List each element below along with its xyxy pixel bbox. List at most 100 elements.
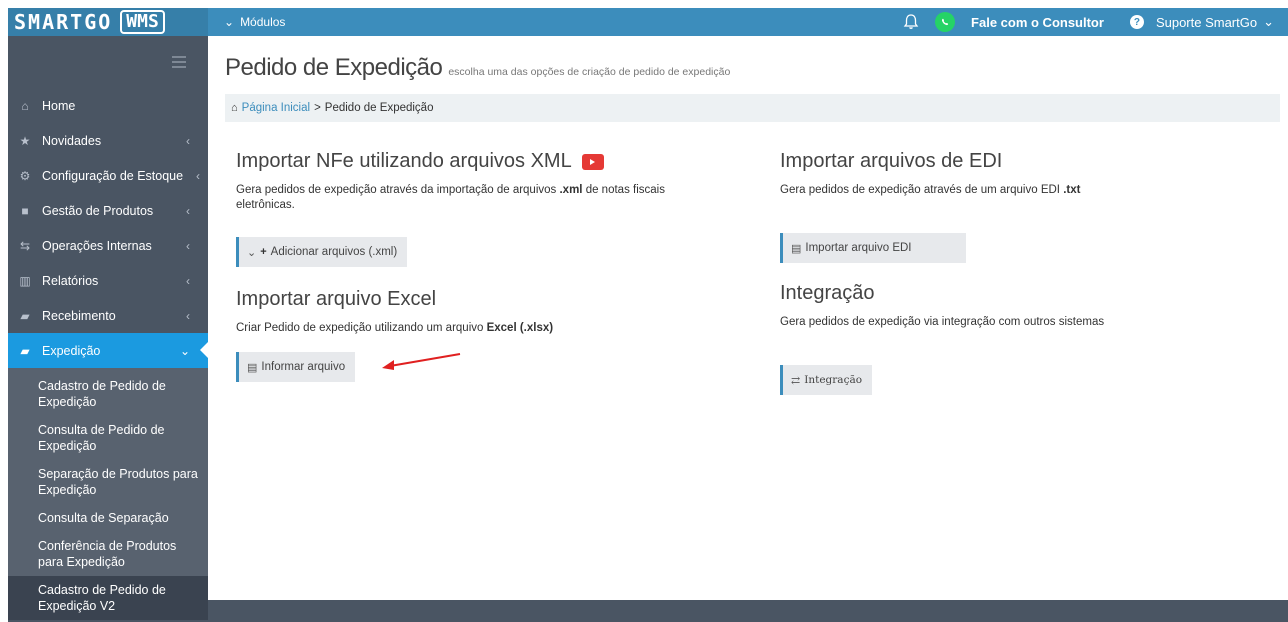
sidebar-item-relatorios[interactable]: ▥ Relatórios ‹ — [8, 263, 208, 298]
truck-icon: ▰ — [20, 343, 30, 358]
star-icon: ★ — [19, 133, 31, 148]
section-integration: Integração Gera pedidos de expedição via… — [780, 282, 1280, 330]
sidebar-item-label: Novidades — [42, 133, 102, 148]
section-title: Integração — [780, 282, 875, 304]
chevron-left-icon: ‹ — [186, 308, 190, 323]
import-edi-button[interactable]: ▤ Importar arquivo EDI — [780, 233, 966, 263]
home-icon: ⌂ — [21, 98, 29, 113]
sidebar-item-recebimento[interactable]: ▰ Recebimento ‹ — [8, 298, 208, 333]
section-description: Criar Pedido de expedição utilizando um … — [236, 321, 726, 336]
chevron-down-icon: ⌄ — [247, 246, 257, 259]
brand-text: SMARTGO — [14, 10, 113, 34]
box-icon: ■ — [21, 203, 29, 218]
chevron-down-icon: ⌄ — [224, 15, 235, 29]
sidebar-item-operacoes-internas[interactable]: ⇆ Operações Internas ‹ — [8, 228, 208, 263]
play-icon — [590, 158, 596, 165]
section-title: Importar arquivos de EDI — [780, 150, 1003, 172]
sidebar-toggle[interactable] — [8, 36, 208, 88]
sidebar-item-label: Recebimento — [42, 308, 116, 323]
youtube-icon[interactable] — [581, 153, 604, 170]
description-bold: Excel (.xlsx) — [486, 322, 554, 334]
breadcrumb: ⌂ Página Inicial > Pedido de Expedição — [225, 94, 1280, 122]
navbar-bar: SMARTGO WMS ⌄ Módulos Fale com o Consult… — [8, 8, 1288, 36]
description-text: Criar Pedido de expedição utilizando um … — [236, 322, 487, 334]
add-xml-files-button[interactable]: ⌄ + Adicionar arquivos (.xml) — [236, 237, 408, 267]
page-subtitle: escolha uma das opções de criação de ped… — [448, 66, 731, 78]
section-title-text: Importar NFe utilizando arquivos XML — [236, 150, 572, 172]
sidebar-item-label: Gestão de Produtos — [42, 203, 154, 218]
sidebar-item-novidades[interactable]: ★ Novidades ‹ — [8, 123, 208, 158]
section-description: Gera pedidos de expedição através de um … — [780, 183, 1280, 198]
truck-icon: ▰ — [20, 308, 30, 323]
section-title: Importar NFe utilizando arquivos XML — [236, 150, 726, 173]
bell-icon[interactable] — [901, 12, 921, 32]
footer-bar — [208, 600, 1288, 622]
product-text: WMS — [120, 10, 165, 34]
modules-dropdown[interactable]: ⌄ Módulos — [224, 15, 285, 29]
file-text-icon: ▤ — [791, 242, 802, 255]
sidebar-subitem-consulta-pedido[interactable]: Consulta de Pedido de Expedição — [8, 416, 208, 460]
user-menu-label: Suporte SmartGo — [1155, 14, 1258, 30]
button-label: Adicionar arquivos (.xml) — [270, 246, 398, 258]
integration-button[interactable]: ⇄ Integração — [780, 365, 873, 395]
breadcrumb-home-link[interactable]: Página Inicial — [242, 102, 310, 114]
sidebar-item-configuracao-estoque[interactable]: ⚙ Configuração de Estoque ‹ — [8, 158, 208, 193]
sidebar-item-home[interactable]: ⌂ Home — [8, 88, 208, 123]
description-text: Gera pedidos de expedição através da imp… — [236, 184, 560, 196]
home-icon: ⌂ — [231, 102, 238, 114]
chevron-left-icon: ‹ — [196, 168, 200, 183]
exchange-icon: ⇄ — [791, 373, 801, 387]
sidebar-subitem-separacao-produtos[interactable]: Separação de Produtos para Expedição — [8, 460, 208, 504]
section-title: Importar arquivo Excel — [236, 288, 437, 310]
section-edi: Importar arquivos de EDI Gera pedidos de… — [780, 150, 1280, 198]
sidebar-subitem-consulta-separacao[interactable]: Consulta de Separação — [8, 504, 208, 532]
menu-icon — [172, 56, 186, 68]
sidebar-item-label: Relatórios — [42, 273, 99, 288]
chevron-left-icon: ‹ — [186, 273, 190, 288]
description-bold: .xml — [559, 184, 583, 196]
chevron-left-icon: ‹ — [186, 238, 190, 253]
page-title: Pedido de Expedição — [225, 54, 443, 81]
breadcrumb-current: Pedido de Expedição — [324, 102, 434, 114]
sidebar-item-label: Home — [42, 98, 76, 113]
logo[interactable]: SMARTGO WMS — [8, 8, 208, 36]
sidebar-subitem-cadastro-pedido[interactable]: Cadastro de Pedido de Expedição — [8, 368, 208, 416]
red-arrow-annotation — [382, 353, 461, 370]
file-icon: ▤ — [247, 361, 258, 374]
user-menu[interactable]: Suporte SmartGo ⌄ — [1156, 14, 1274, 30]
chevron-down-icon: ⌄ — [179, 343, 190, 358]
sidebar-item-label: Operações Internas — [42, 238, 152, 253]
navbar-right: Fale com o Consultor ? Suporte SmartGo ⌄ — [901, 8, 1288, 36]
button-label: Informar arquivo — [261, 361, 346, 373]
section-xml: Importar NFe utilizando arquivos XML Ger… — [236, 150, 726, 213]
section-description: Gera pedidos de expedição via integração… — [780, 316, 1105, 328]
sidebar-subitem-conferencia-produtos[interactable]: Conferência de Produtos para Expedição — [8, 532, 208, 576]
description-bold: .txt — [1063, 184, 1081, 196]
chevron-left-icon: ‹ — [186, 203, 190, 218]
breadcrumb-separator: > — [314, 102, 321, 114]
sidebar-item-gestao-produtos[interactable]: ■ Gestão de Produtos ‹ — [8, 193, 208, 228]
plus-icon: + — [260, 246, 267, 258]
page-header: Pedido de Expedição escolha uma das opçõ… — [225, 54, 730, 82]
inform-file-button[interactable]: ▤ Informar arquivo — [236, 352, 356, 382]
section-description: Gera pedidos de expedição através da imp… — [236, 183, 726, 213]
question-icon[interactable]: ? — [1129, 15, 1144, 29]
button-label: Importar arquivo EDI — [805, 242, 912, 254]
description-text: Gera pedidos de expedição através de um … — [780, 184, 1064, 196]
sidebar-item-expedicao[interactable]: ▰ Expedição ⌄ — [8, 333, 208, 368]
sidebar: ⌂ Home ★ Novidades ‹ ⚙ Configuração de E… — [8, 36, 208, 622]
sidebar-subitem-cadastro-pedido-v2[interactable]: Cadastro de Pedido de Expedição V2 — [8, 576, 208, 620]
whatsapp-icon[interactable] — [935, 12, 956, 32]
transfer-icon: ⇆ — [19, 238, 31, 253]
consultant-link[interactable]: Fale com o Consultor — [971, 15, 1104, 30]
main-content: Pedido de Expedição escolha uma das opçõ… — [208, 36, 1288, 622]
cogs-icon: ⚙ — [19, 168, 31, 183]
section-excel: Importar arquivo Excel Criar Pedido de e… — [236, 288, 726, 336]
button-label: Integração — [804, 374, 863, 386]
bar-chart-icon: ▥ — [19, 273, 31, 288]
sidebar-item-label: Expedição — [42, 343, 101, 358]
chevron-left-icon: ‹ — [186, 133, 190, 148]
sidebar-submenu: Cadastro de Pedido de Expedição Consulta… — [8, 368, 208, 620]
sidebar-item-label: Configuração de Estoque — [42, 168, 184, 183]
modules-label: Módulos — [240, 15, 286, 29]
